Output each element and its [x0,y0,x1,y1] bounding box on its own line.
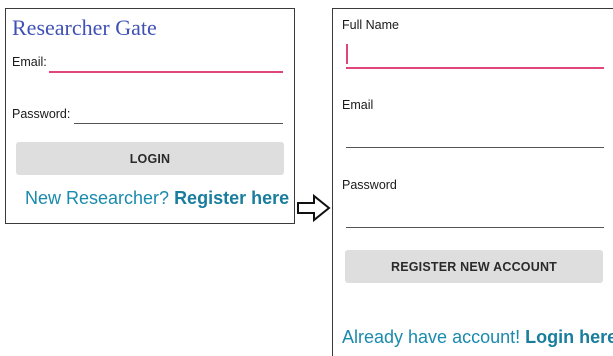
password-label: Password [342,178,397,192]
email-label: Email: [12,55,47,69]
app-title: Researcher Gate [12,15,157,40]
register-screen: Full Name Email Password REGISTER NEW AC… [332,8,613,356]
password-field[interactable] [346,227,604,228]
register-new-account-button[interactable]: REGISTER NEW ACCOUNT [345,250,603,283]
register-prompt: New Researcher? Register here [25,188,289,209]
right-arrow-icon [296,193,332,223]
text-cursor [346,44,348,64]
password-label: Password: [12,107,71,121]
login-here-link[interactable]: Login here [525,327,613,347]
full-name-label: Full Name [342,18,399,32]
email-field[interactable] [49,71,283,73]
email-field[interactable] [346,147,604,148]
login-prompt-text: Already have account! [342,327,526,347]
password-field[interactable] [74,123,283,124]
login-button[interactable]: LOGIN [16,142,284,175]
login-screen: Researcher Gate Email: Password: LOGIN N… [5,8,295,224]
full-name-field[interactable] [346,67,604,69]
email-label: Email [342,98,374,112]
register-prompt-text: New Researcher? [25,188,175,208]
login-prompt: Already have account! Login here [342,327,613,348]
register-here-link[interactable]: Register here [174,188,289,208]
